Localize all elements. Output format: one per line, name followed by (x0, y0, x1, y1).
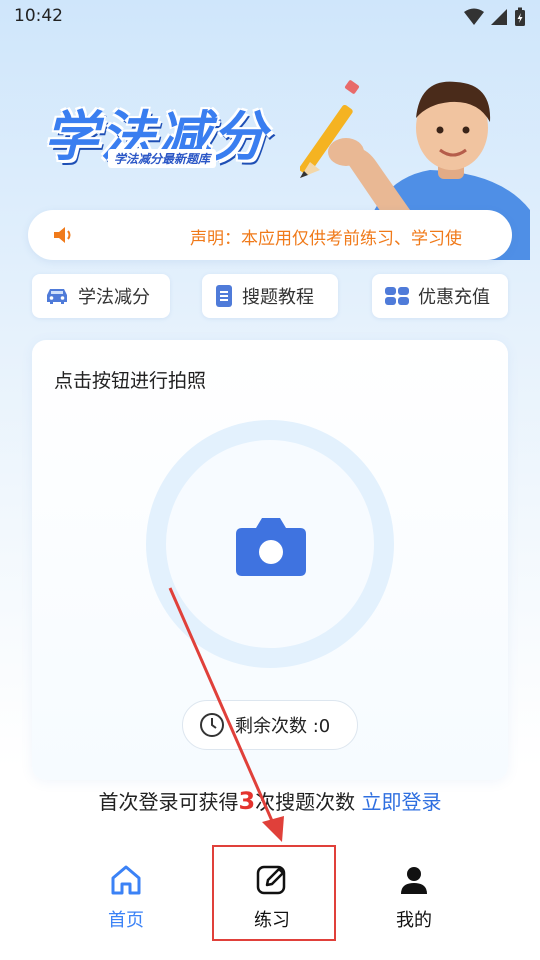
tab-label: 我的 (396, 910, 432, 931)
document-icon (214, 284, 234, 308)
status-icons (464, 7, 526, 27)
battery-icon (515, 7, 525, 26)
remaining-count-badge: 剩余次数 :0 (182, 700, 358, 750)
login-hint: 首次登录可获得3次搜题次数 立即登录 (0, 786, 540, 815)
login-hint-prefix: 首次登录可获得 (98, 790, 239, 814)
bottom-tab-bar: 首页 练习 我的 (0, 850, 540, 960)
tab-practice[interactable]: 练习 (212, 860, 332, 940)
edit-icon (212, 860, 332, 900)
status-time: 10:42 (14, 6, 63, 26)
quick-actions: 学法减分 搜题教程 优惠充值 (32, 274, 508, 318)
quick-action-recharge[interactable]: 优惠充值 (372, 274, 508, 318)
home-icon (66, 860, 186, 900)
tab-home[interactable]: 首页 (66, 860, 186, 940)
tab-mine[interactable]: 我的 (354, 860, 474, 940)
login-hint-suffix: 次搜题次数 (255, 790, 356, 814)
tab-label: 首页 (108, 910, 144, 931)
tab-label: 练习 (254, 910, 290, 931)
status-bar: 10:42 (0, 0, 540, 34)
quick-action-label: 学法减分 (78, 287, 150, 308)
quick-action-search-tutorial[interactable]: 搜题教程 (202, 274, 338, 318)
coupon-icon (384, 285, 410, 307)
quick-action-law-study[interactable]: 学法减分 (32, 274, 170, 318)
login-now-link[interactable]: 立即登录 (362, 790, 442, 814)
notice-text: 声明：本应用仅供考前练习、学习使 (190, 229, 462, 249)
wifi-icon (464, 8, 484, 25)
app-logo-subtitle: 学法减分最新题库 (108, 149, 217, 168)
camera-button[interactable] (234, 510, 308, 580)
login-hint-count: 3 (238, 787, 256, 815)
user-icon (354, 860, 474, 900)
notice-bar[interactable]: 声明：本应用仅供考前练习、学习使 (28, 210, 512, 260)
hero-banner: 学法减分 学法减分最新题库 (0, 40, 540, 260)
quick-action-label: 搜题教程 (242, 287, 314, 308)
quick-action-label: 优惠充值 (418, 287, 490, 308)
signal-icon (491, 9, 507, 25)
camera-card-title: 点击按钮进行拍照 (54, 370, 207, 392)
car-icon (44, 286, 70, 306)
clock-icon (199, 712, 225, 738)
speaker-icon (52, 225, 74, 249)
remaining-count-label: 剩余次数 :0 (235, 716, 331, 737)
camera-icon (236, 518, 306, 576)
